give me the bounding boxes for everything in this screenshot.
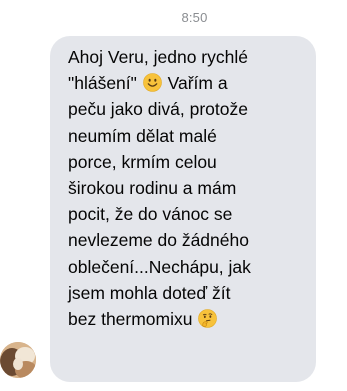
message-bubble[interactable]: Ahoj Veru, jedno rychlé "hlášení" Vařím … [50,36,316,382]
smiling-face-icon [142,73,162,93]
message-line: širokou rodinu a mám [68,178,237,199]
sender-avatar[interactable] [0,342,36,378]
message-line: neumím dělat malé [68,125,217,146]
message-line: "hlášení" [68,73,137,94]
message-line: Ahoj Veru, jedno rychlé [68,47,248,67]
message-timestamp: 8:50 [181,10,208,25]
message-line: peču jako divá, protože [68,99,248,120]
message-line: pocit, že do vánoc se [68,204,233,225]
message-line: Vařím a [167,73,228,94]
message-line: oblečení...Nechápu, jak [68,256,251,277]
message-text: Ahoj Veru, jedno rychlé "hlášení" Vařím … [68,44,304,332]
message-line: nevlezeme do žádného [68,230,249,251]
message-row: Ahoj Veru, jedno rychlé "hlášení" Vařím … [0,36,347,391]
message-line: porce, krmím celou [68,151,217,172]
thinking-face-icon [198,309,218,328]
avatar-icon [0,342,36,378]
message-line: jsem mohla doteď žít [68,282,231,303]
message-line: bez thermomixu [68,309,193,330]
